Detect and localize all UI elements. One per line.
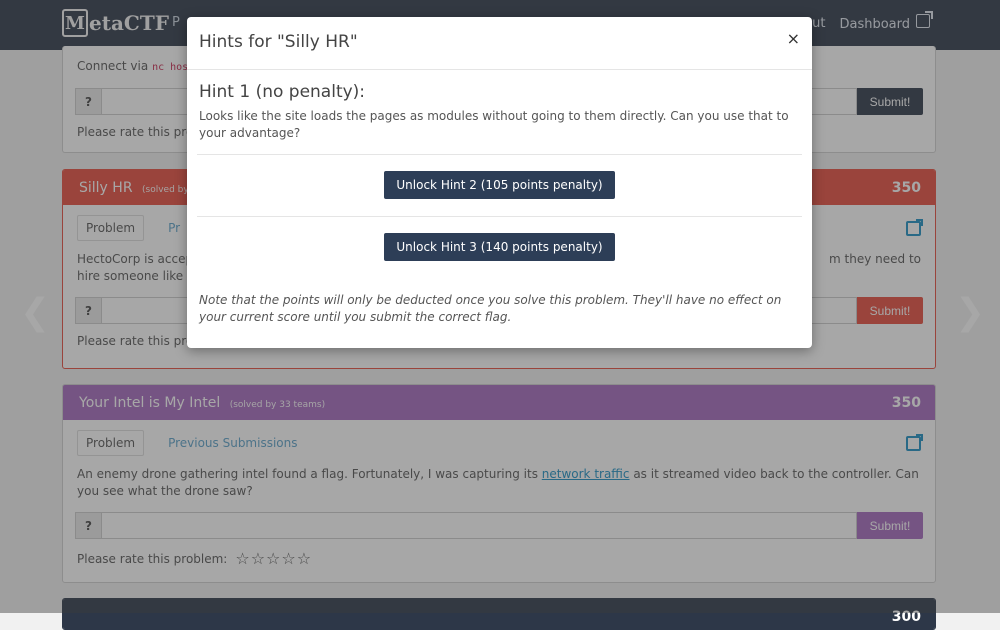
penalty-note: Note that the points will only be deduct…	[199, 293, 782, 324]
modal-body: Hint 1 (no penalty): Looks like the site…	[187, 70, 812, 326]
hint-1-text: Looks like the site loads the pages as m…	[199, 109, 789, 140]
unlock-hint-2-row: Unlock Hint 2 (105 points penalty)	[199, 155, 800, 216]
unlock-hint-2-button[interactable]: Unlock Hint 2 (105 points penalty)	[384, 171, 615, 199]
hint-1-title: Hint 1 (no penalty):	[199, 82, 366, 102]
unlock-hint-3-row: Unlock Hint 3 (140 points penalty)	[199, 217, 800, 278]
modal-title: Hints for "Silly HR"	[199, 32, 358, 52]
unlock-hint-3-button[interactable]: Unlock Hint 3 (140 points penalty)	[384, 233, 615, 261]
close-icon[interactable]: ×	[787, 29, 800, 48]
hints-modal: Hints for "Silly HR" × Hint 1 (no penalt…	[187, 17, 812, 348]
modal-header: Hints for "Silly HR" ×	[187, 17, 812, 70]
